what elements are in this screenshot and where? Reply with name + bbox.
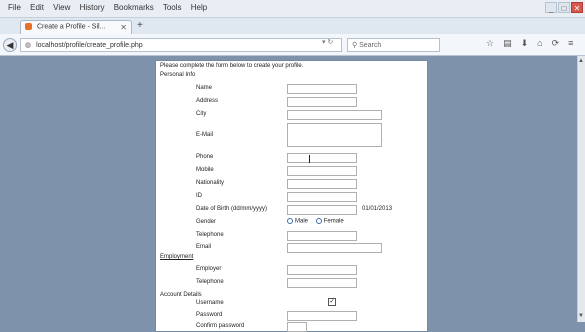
download-icon[interactable]: ⬇ <box>521 38 529 49</box>
section-personal: Personal Info <box>160 72 196 78</box>
tab-strip: Create a Profile - Sil... ✕ + <box>0 18 585 34</box>
menu-edit[interactable]: Edit <box>30 3 44 12</box>
tab-close-icon[interactable]: ✕ <box>120 23 127 32</box>
minimize-button[interactable]: _ <box>545 2 557 13</box>
search-icon: ⚲ <box>352 42 358 49</box>
label-email: E-Mail <box>196 132 214 138</box>
email-textarea[interactable] <box>287 123 382 147</box>
text-cursor <box>309 155 310 163</box>
profile-form-page: Please complete the form below to create… <box>156 61 427 332</box>
label-phone: Phone <box>196 154 214 160</box>
back-button[interactable]: ◀ <box>3 38 17 52</box>
label-city: City <box>196 111 207 117</box>
menu-view[interactable]: View <box>53 3 70 12</box>
maximize-button[interactable]: □ <box>558 2 570 13</box>
form-intro: Please complete the form below to create… <box>160 63 304 69</box>
nationality-field[interactable] <box>287 179 357 189</box>
availability-checkbox[interactable]: ✓ <box>328 298 336 306</box>
bookmark-star-icon[interactable]: ☆ <box>486 38 494 49</box>
menu-history[interactable]: History <box>80 3 105 12</box>
gender-female-radio[interactable] <box>315 218 322 224</box>
vertical-scrollbar[interactable] <box>577 56 585 322</box>
gender-male-radio[interactable] <box>287 218 293 224</box>
section-employment: Employment <box>160 254 194 260</box>
url-text: localhost/profile/create_profile.php <box>36 42 143 49</box>
address-field[interactable] <box>287 97 357 107</box>
reload-icon[interactable]: ▾ ↻ <box>322 38 333 46</box>
globe-icon: ◍ <box>25 42 32 49</box>
tab-create-profile[interactable]: Create a Profile - Sil... ✕ <box>20 20 132 34</box>
label-dob: Date of Birth (dd/mm/yyyy) <box>196 206 268 212</box>
url-bar[interactable]: ◍ localhost/profile/create_profile.php <box>20 38 342 52</box>
password-field[interactable] <box>287 311 357 321</box>
tab-title: Create a Profile - Sil... <box>36 23 106 31</box>
close-window-button[interactable]: ✕ <box>571 2 583 13</box>
label-id: ID <box>196 193 202 199</box>
scroll-down-icon[interactable]: ▼ <box>577 312 585 320</box>
id-field[interactable] <box>287 192 357 202</box>
phone-field[interactable] <box>287 153 357 163</box>
label-address: Address <box>196 98 219 104</box>
employer-field[interactable] <box>287 265 357 275</box>
label-telephone: Telephone <box>196 232 224 238</box>
gender-female-label: Female <box>323 218 344 225</box>
menu-bookmarks[interactable]: Bookmarks <box>114 3 154 12</box>
city-field[interactable] <box>287 110 382 120</box>
new-tab-button[interactable]: + <box>137 20 143 31</box>
section-account: Account Details <box>160 292 202 298</box>
menu-bar: File Edit View History Bookmarks Tools H… <box>8 3 214 12</box>
label-email2: Email <box>196 244 212 250</box>
label-employer-telephone: Telephone <box>196 279 224 285</box>
resize-handle-icon[interactable]: ⋰ <box>379 140 384 146</box>
label-nationality: Nationality <box>196 180 225 186</box>
title-bar: File Edit View History Bookmarks Tools H… <box>0 0 585 18</box>
scroll-up-icon[interactable]: ▲ <box>577 57 585 65</box>
search-input[interactable]: ⚲ Search <box>347 38 440 52</box>
confirm-password-field[interactable] <box>287 322 307 332</box>
label-mobile: Mobile <box>196 167 214 173</box>
search-placeholder: Search <box>359 42 382 49</box>
menu-file[interactable]: File <box>8 3 21 12</box>
home-icon[interactable]: ⌂ <box>537 38 542 49</box>
employer-telephone-field[interactable] <box>287 278 357 288</box>
page-viewport: Please complete the form below to create… <box>0 56 585 332</box>
email-field[interactable] <box>287 243 382 253</box>
favicon-icon <box>25 23 32 30</box>
gender-male-label: Male <box>295 218 309 225</box>
navigation-bar: ◀ ◍ localhost/profile/create_profile.php… <box>0 34 585 56</box>
dob-field[interactable] <box>287 205 357 215</box>
dob-hint: 01/01/2013 <box>362 206 393 212</box>
bookmarks-icon[interactable]: ▤ <box>503 38 512 49</box>
mobile-field[interactable] <box>287 166 357 176</box>
sync-icon[interactable]: ⟳ <box>552 38 560 49</box>
label-confirm-password: Confirm password <box>196 323 245 329</box>
label-password: Password <box>196 312 223 318</box>
label-username: Username <box>196 300 224 306</box>
menu-icon[interactable]: ≡ <box>568 38 573 49</box>
menu-tools[interactable]: Tools <box>163 3 182 12</box>
telephone-field[interactable] <box>287 231 357 241</box>
label-employer: Employer <box>196 266 222 272</box>
label-name: Name <box>196 85 213 91</box>
menu-help[interactable]: Help <box>191 3 207 12</box>
label-gender: Gender <box>196 219 217 225</box>
gender-radio-group: Male Female <box>287 218 344 225</box>
name-field[interactable] <box>287 84 357 94</box>
